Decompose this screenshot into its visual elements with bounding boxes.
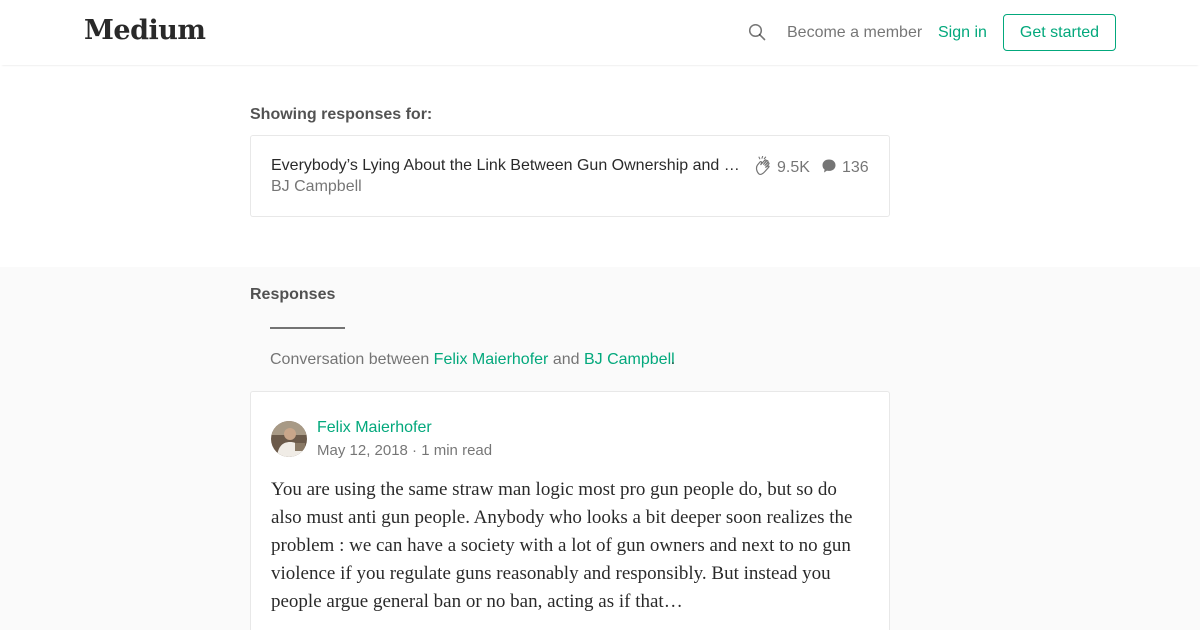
clap-count: 9.5K bbox=[777, 159, 810, 176]
showing-responses-label: Showing responses for: bbox=[250, 106, 433, 123]
become-member-link[interactable]: Become a member bbox=[787, 24, 922, 42]
conversation-joiner: and bbox=[552, 351, 580, 368]
sign-in-link[interactable]: Sign in bbox=[938, 24, 987, 42]
top-nav: Medium Become a member Sign in Get start… bbox=[0, 0, 1200, 65]
avatar[interactable] bbox=[271, 421, 307, 457]
story-card[interactable]: Everybody’s Lying About the Link Between… bbox=[250, 135, 890, 217]
story-author[interactable]: BJ Campbell bbox=[271, 178, 362, 196]
clap-icon bbox=[754, 155, 772, 176]
response-meta: May 12, 2018 · 1 min read bbox=[317, 442, 493, 459]
response-author-link[interactable]: Felix Maierhofer bbox=[317, 419, 432, 437]
conversation-line: Conversation between Felix Maierhofer an… bbox=[270, 351, 675, 369]
get-started-button[interactable]: Get started bbox=[1003, 14, 1116, 51]
conversation-person-1-link[interactable]: Felix Maierhofer bbox=[434, 351, 549, 368]
comment-bubble-icon bbox=[821, 158, 837, 174]
story-title[interactable]: Everybody’s Lying About the Link Between… bbox=[271, 157, 743, 175]
search-icon[interactable] bbox=[748, 23, 766, 41]
comment-count: 136 bbox=[842, 159, 869, 176]
response-body[interactable]: You are using the same straw man logic m… bbox=[271, 476, 871, 616]
response-card[interactable]: Felix Maierhofer May 12, 2018 · 1 min re… bbox=[250, 391, 890, 630]
conversation-prefix: Conversation between bbox=[270, 351, 430, 368]
medium-logo[interactable]: Medium bbox=[84, 15, 206, 46]
responses-heading: Responses bbox=[250, 286, 336, 303]
conversation-person-2-link[interactable]: BJ Campbell bbox=[584, 351, 675, 368]
conversation-suffix: . bbox=[670, 351, 676, 368]
responses-divider bbox=[270, 327, 345, 329]
